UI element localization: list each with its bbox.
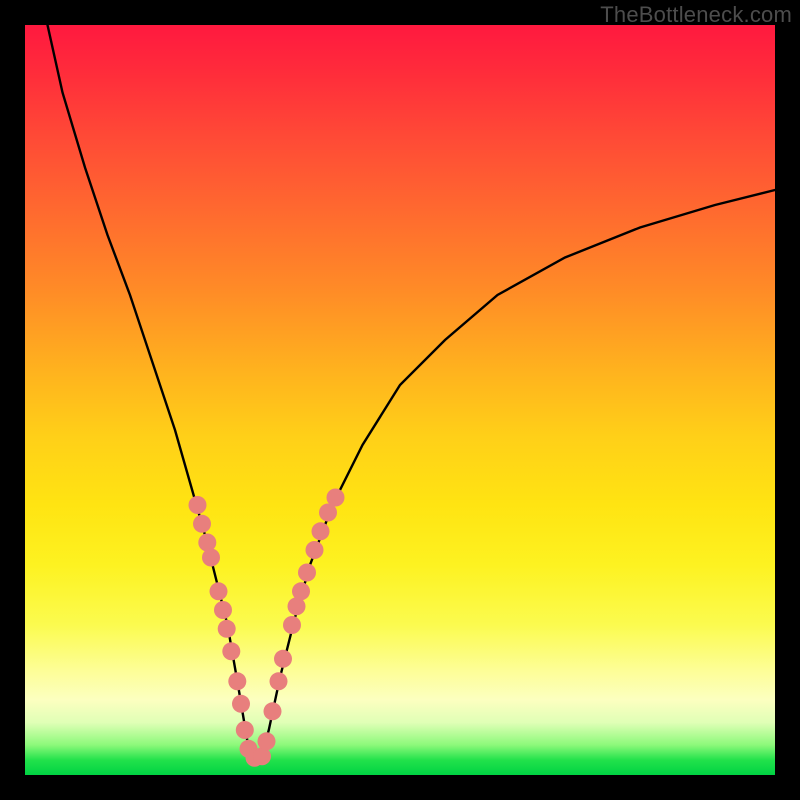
marker-dot [327,489,345,507]
marker-dot [193,515,211,533]
marker-group [189,489,345,767]
marker-dot [292,582,310,600]
marker-dot [283,616,301,634]
marker-dot [228,672,246,690]
marker-dot [202,549,220,567]
marker-dot [298,564,316,582]
marker-dot [218,620,236,638]
bottleneck-curve [48,25,776,756]
marker-dot [264,702,282,720]
marker-dot [236,721,254,739]
marker-dot [274,650,292,668]
marker-dot [210,582,228,600]
chart-svg [25,25,775,775]
watermark-text: TheBottleneck.com [600,2,792,28]
marker-dot [232,695,250,713]
marker-dot [312,522,330,540]
marker-dot [270,672,288,690]
marker-dot [306,541,324,559]
marker-dot [198,534,216,552]
marker-dot [258,732,276,750]
plot-area [25,25,775,775]
marker-dot [222,642,240,660]
outer-frame: TheBottleneck.com [0,0,800,800]
marker-dot [189,496,207,514]
marker-dot [214,601,232,619]
